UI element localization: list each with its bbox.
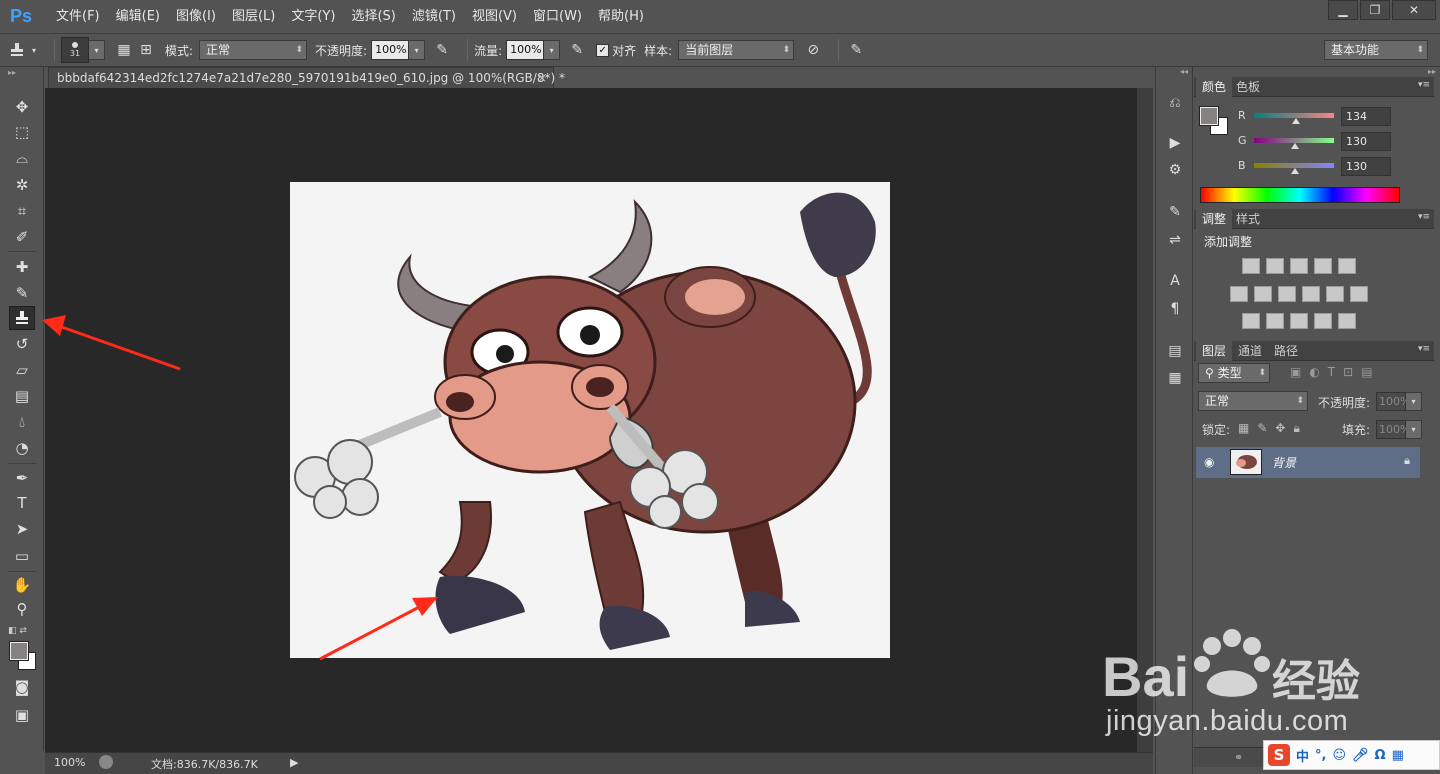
posterize-icon[interactable] — [1266, 313, 1284, 329]
tab-swatches[interactable]: 色板 — [1230, 77, 1266, 97]
status-bar: 100% 文档:836.7K/836.7K ▶ — [45, 752, 1153, 774]
tab-color[interactable]: 颜色 — [1196, 77, 1233, 97]
brush-presets-icon[interactable]: ✎ — [1165, 202, 1185, 222]
omega-icon[interactable]: Ω — [1375, 748, 1386, 763]
history-panel-icon[interactable]: ⎌ — [1165, 93, 1185, 113]
tab-layers[interactable]: 图层 — [1196, 341, 1233, 361]
panel-fg-swatch[interactable] — [1199, 106, 1219, 126]
eye-visibility-icon[interactable]: ◉ — [1204, 455, 1218, 469]
tab-adjustments[interactable]: 调整 — [1196, 209, 1233, 229]
green-slider[interactable]: G 130 — [1238, 132, 1418, 152]
layer-thumbnail — [1230, 449, 1262, 475]
ime-toolbar: S 中 °, ☺ 🎤︎ Ω ▦ — [1263, 740, 1440, 770]
color-panel-header: 颜色 色板 ▾≡ — [1194, 77, 1434, 97]
arrow-to-hoof — [319, 597, 438, 661]
layer-filter-icons[interactable]: ▣◐T⊡▤ — [1290, 365, 1381, 379]
tab-paths[interactable]: 路径 — [1268, 341, 1304, 361]
emoji-icon[interactable]: ☺ — [1332, 748, 1346, 763]
tab-channels[interactable]: 通道 — [1232, 341, 1268, 361]
layer-filter-select[interactable]: ⚲ 类型 — [1198, 363, 1270, 383]
clone-source-panel-icon[interactable]: ⇌ — [1165, 230, 1185, 250]
paragraph-panel-icon[interactable]: ¶ — [1165, 299, 1185, 319]
selective-color-icon[interactable] — [1314, 313, 1332, 329]
red-slider[interactable]: R 134 — [1238, 107, 1418, 127]
blue-slider[interactable]: B 130 — [1238, 157, 1418, 177]
threshold-icon[interactable] — [1290, 313, 1308, 329]
green-value-input[interactable]: 130 — [1341, 132, 1391, 151]
blue-slider-knob[interactable] — [1290, 168, 1299, 174]
green-slider-knob[interactable] — [1290, 143, 1299, 149]
status-menu-icon[interactable]: ▶ — [290, 756, 298, 769]
svg-text:Bai: Bai — [1102, 645, 1189, 708]
layer-filter-label: 类型 — [1217, 366, 1242, 380]
info-panel-icon[interactable]: ▤ — [1165, 341, 1185, 361]
red-label: R — [1238, 109, 1246, 122]
layers-panel-menu-icon[interactable]: ▾≡ — [1418, 344, 1430, 354]
channel-mixer-icon[interactable] — [1326, 286, 1344, 302]
gradient-map-icon[interactable] — [1338, 313, 1356, 329]
link-layers-icon[interactable]: ⚭ — [1234, 751, 1243, 764]
collapse-strip-icon[interactable]: ◂◂ — [1180, 67, 1188, 76]
filter-search-icon: ⚲ — [1205, 366, 1218, 380]
fill-label: 填充: — [1342, 423, 1371, 437]
actions-panel-icon[interactable]: ▶ — [1165, 133, 1185, 153]
layer-opacity-input[interactable]: 100% — [1376, 392, 1410, 411]
curves-icon[interactable] — [1290, 258, 1308, 274]
blue-label: B — [1238, 159, 1246, 172]
document-size: 文档:836.7K/836.7K — [151, 758, 258, 771]
blue-value-input[interactable]: 130 — [1341, 157, 1391, 176]
sogou-logo-icon[interactable]: S — [1268, 744, 1290, 766]
black-white-icon[interactable] — [1278, 286, 1296, 302]
lock-icons[interactable]: ▦✎✥🔒︎ — [1238, 421, 1308, 436]
zoom-level[interactable]: 100% — [54, 756, 85, 769]
invert-icon[interactable] — [1242, 313, 1260, 329]
vibrance-icon[interactable] — [1338, 258, 1356, 274]
color-panel-menu-icon[interactable]: ▾≡ — [1418, 80, 1430, 90]
collapse-panels-icon[interactable]: ▸▸ — [1428, 67, 1436, 76]
arrow-to-clone-stamp — [42, 315, 181, 371]
layers-panel-header: 图层 通道 路径 ▾≡ — [1194, 341, 1434, 361]
ime-mode-indicator[interactable]: 中 — [1296, 746, 1309, 765]
notes-panel-icon[interactable]: ▦ — [1165, 368, 1185, 388]
ime-menu-icon[interactable]: ▦ — [1392, 748, 1404, 763]
red-value-input[interactable]: 134 — [1341, 107, 1391, 126]
layer-lock-icon: 🔒︎ — [1404, 454, 1410, 467]
character-panel-icon[interactable]: A — [1165, 271, 1185, 291]
color-spectrum-ramp[interactable] — [1200, 187, 1400, 203]
photo-filter-icon[interactable] — [1302, 286, 1320, 302]
hue-saturation-icon[interactable] — [1230, 286, 1248, 302]
layer-opacity-label: 不透明度: — [1318, 396, 1371, 410]
adjust-panel-header: 调整 样式 ▾≡ — [1194, 209, 1434, 229]
microphone-icon[interactable]: 🎤︎ — [1352, 748, 1369, 763]
panel-color-swatches[interactable] — [1199, 106, 1230, 137]
properties-panel-icon[interactable]: ⚙ — [1165, 160, 1185, 180]
layer-row-background[interactable]: ◉ 背景 🔒︎ — [1196, 447, 1420, 478]
color-balance-icon[interactable] — [1254, 286, 1272, 302]
tab-styles[interactable]: 样式 — [1230, 209, 1266, 229]
layer-opacity-dropdown-icon[interactable]: ▾ — [1406, 392, 1422, 411]
svg-text:经验: 经验 — [1272, 656, 1360, 707]
status-info-icon[interactable] — [99, 755, 113, 769]
layer-name: 背景 — [1272, 456, 1297, 470]
green-label: G — [1238, 134, 1247, 147]
add-adjustment-title: 添加调整 — [1204, 235, 1253, 249]
exposure-icon[interactable] — [1314, 258, 1332, 274]
fill-dropdown-icon[interactable]: ▾ — [1406, 420, 1422, 439]
adjust-panel-menu-icon[interactable]: ▾≡ — [1418, 212, 1430, 222]
punctuation-icon[interactable]: °, — [1315, 748, 1326, 763]
fill-input[interactable]: 100% — [1376, 420, 1410, 439]
lock-label: 锁定: — [1202, 423, 1231, 437]
red-slider-knob[interactable] — [1292, 118, 1301, 124]
brightness-contrast-icon[interactable] — [1242, 258, 1260, 274]
color-lookup-icon[interactable] — [1350, 286, 1368, 302]
blend-mode-select[interactable]: 正常 — [1198, 391, 1308, 411]
watermark-text: jingyan.baidu.com — [1106, 705, 1349, 737]
levels-icon[interactable] — [1266, 258, 1284, 274]
